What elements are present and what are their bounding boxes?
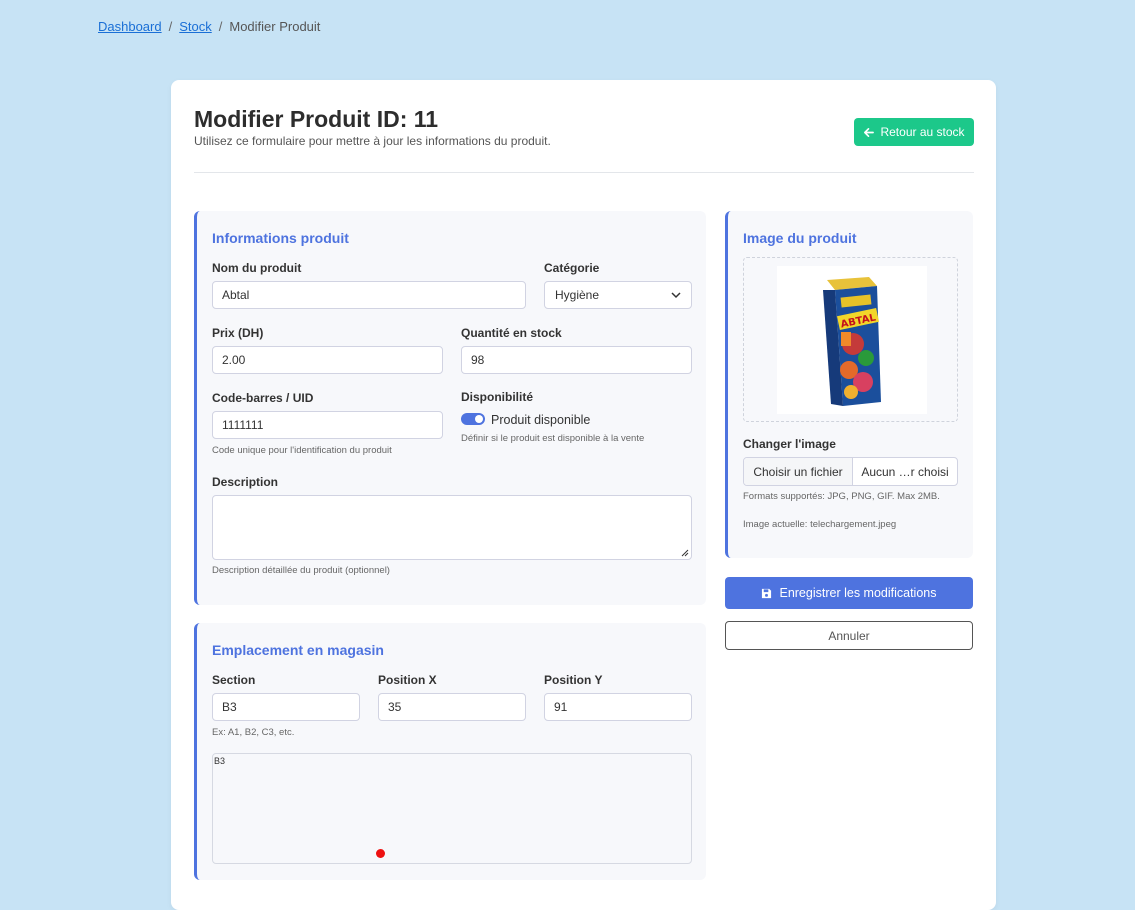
- description-help: Description détaillée du produit (option…: [212, 565, 390, 576]
- category-value: Hygiène: [555, 288, 600, 302]
- breadcrumb-dashboard[interactable]: Dashboard: [98, 19, 162, 34]
- position-x-input[interactable]: [378, 693, 526, 721]
- arrow-left-icon: [864, 127, 875, 137]
- section-input[interactable]: [212, 693, 360, 721]
- page-subtitle: Utilisez ce formulaire pour mettre à jou…: [194, 134, 551, 148]
- position-y-input[interactable]: [544, 693, 692, 721]
- position-x-label: Position X: [378, 673, 437, 687]
- panel-title: Informations produit: [212, 230, 349, 246]
- availability-label: Disponibilité: [461, 390, 533, 404]
- quantity-label: Quantité en stock: [461, 326, 562, 340]
- store-location-panel: Emplacement en magasin Section Ex: A1, B…: [194, 623, 706, 880]
- resize-handle-icon[interactable]: [679, 547, 689, 557]
- price-label: Prix (DH): [212, 326, 264, 340]
- availability-toggle-label: Produit disponible: [491, 413, 591, 427]
- breadcrumb-separator: /: [218, 19, 223, 34]
- toggle-knob: [475, 415, 483, 423]
- description-textarea[interactable]: [212, 495, 692, 560]
- barcode-label: Code-barres / UID: [212, 391, 314, 405]
- back-button-label: Retour au stock: [880, 125, 965, 139]
- category-label: Catégorie: [544, 261, 600, 275]
- store-map[interactable]: B3: [212, 753, 692, 864]
- back-to-stock-button[interactable]: Retour au stock: [854, 118, 974, 146]
- file-input[interactable]: Choisir un fichier Aucun …r choisi: [743, 457, 958, 486]
- location-marker[interactable]: [375, 848, 385, 858]
- image-preview-frame: ABTAL: [743, 257, 958, 422]
- current-image-text: Image actuelle: telechargement.jpeg: [743, 519, 897, 530]
- barcode-help: Code unique pour l'identification du pro…: [212, 445, 392, 456]
- save-button-label: Enregistrer les modifications: [779, 586, 937, 600]
- breadcrumb-current: Modifier Produit: [229, 19, 321, 34]
- product-image: ABTAL: [777, 266, 927, 414]
- barcode-input[interactable]: [212, 411, 443, 439]
- save-icon: [762, 588, 772, 598]
- edit-product-card: Modifier Produit ID: 11 Utilisez ce form…: [171, 80, 996, 910]
- cancel-button[interactable]: Annuler: [725, 621, 973, 650]
- panel-title: Image du produit: [743, 230, 857, 246]
- formats-help: Formats supportés: JPG, PNG, GIF. Max 2M…: [743, 491, 940, 502]
- section-help: Ex: A1, B2, C3, etc.: [212, 727, 295, 738]
- breadcrumb-separator: /: [168, 19, 173, 34]
- product-info-panel: Informations produit Nom du produit Caté…: [194, 211, 706, 605]
- divider: [194, 172, 974, 173]
- product-image-panel: Image du produit ABTAL Changer l'image C…: [725, 211, 973, 558]
- section-label: Section: [212, 673, 256, 687]
- panel-title: Emplacement en magasin: [212, 642, 384, 658]
- change-image-label: Changer l'image: [743, 437, 836, 451]
- quantity-input[interactable]: [461, 346, 692, 374]
- breadcrumb: Dashboard / Stock / Modifier Produit: [98, 19, 320, 34]
- position-y-label: Position Y: [544, 673, 603, 687]
- choose-file-button[interactable]: Choisir un fichier: [744, 458, 853, 485]
- description-label: Description: [212, 475, 279, 489]
- page-title: Modifier Produit ID: 11: [194, 106, 439, 132]
- save-changes-button[interactable]: Enregistrer les modifications: [725, 577, 973, 609]
- file-name: Aucun …r choisi: [861, 464, 949, 479]
- availability-toggle[interactable]: [461, 413, 485, 425]
- breadcrumb-stock[interactable]: Stock: [179, 19, 212, 34]
- map-section-label: B3: [214, 756, 226, 766]
- juice-box-image: ABTAL: [823, 277, 881, 406]
- category-select[interactable]: Hygiène: [544, 281, 692, 309]
- name-label: Nom du produit: [212, 261, 302, 275]
- availability-help: Définir si le produit est disponible à l…: [461, 433, 645, 444]
- product-name-input[interactable]: [212, 281, 526, 309]
- price-input[interactable]: [212, 346, 443, 374]
- chevron-down-icon: [671, 291, 681, 298]
